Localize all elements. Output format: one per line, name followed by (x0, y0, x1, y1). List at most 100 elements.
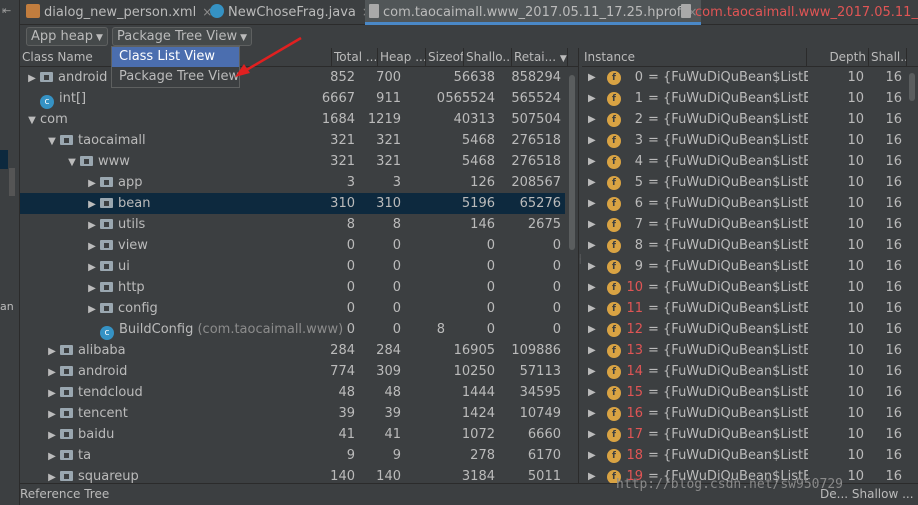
instance-row[interactable]: ▶ f4 = {FuWuDiQuBean$ListBean$C 10 16 (582, 151, 907, 172)
collapsed-arrow-icon[interactable]: ▶ (84, 257, 100, 278)
collapsed-arrow-icon[interactable]: ▶ (84, 299, 100, 320)
instance-row[interactable]: ▶ f 14 = {FuWuDiQuBean$ListBean$ 10 16 (582, 361, 907, 382)
collapsed-arrow-icon[interactable]: ▶ (588, 151, 596, 172)
collapsed-arrow-icon[interactable]: ▶ (44, 383, 60, 404)
collapse-icon[interactable]: ⇤ (2, 4, 11, 17)
table-row[interactable]: ▶ ta 9 9 278 6170 (20, 445, 565, 466)
instance-row[interactable]: ▶ f9 = {FuWuDiQuBean$ListBean$C 10 16 (582, 256, 907, 277)
collapsed-arrow-icon[interactable]: ▶ (588, 172, 596, 193)
collapsed-arrow-icon[interactable]: ▶ (588, 235, 596, 256)
column-shallow-size[interactable]: Shallo... (464, 48, 512, 67)
collapsed-arrow-icon[interactable]: ▶ (84, 215, 100, 236)
collapsed-arrow-icon[interactable]: ▶ (588, 382, 596, 403)
table-row[interactable]: ▶ android 774 309 10250 57113 (20, 361, 565, 382)
collapsed-arrow-icon[interactable]: ▶ (44, 362, 60, 383)
instance-row[interactable]: ▶ f2 = {FuWuDiQuBean$ListBean$C 10 16 (582, 109, 907, 130)
expanded-arrow-icon[interactable]: ▼ (24, 110, 40, 131)
table-row[interactable]: ▶ tencent 39 39 1424 10749 (20, 403, 565, 424)
table-row[interactable]: ▶ config 0 0 0 0 (20, 298, 565, 319)
table-row[interactable]: c int[] 6667 911 0 565524 565524 (20, 88, 565, 109)
expanded-arrow-icon[interactable]: ▼ (64, 152, 80, 173)
table-row[interactable]: ▶ ui 0 0 0 0 (20, 256, 565, 277)
class-tree-scrollbar[interactable] (568, 67, 576, 483)
instance-row[interactable]: ▶ f0 = {FuWuDiQuBean$ListBean$C 10 16 (582, 67, 907, 88)
column-depth[interactable]: Depth (807, 48, 869, 67)
column-instance[interactable]: Instance (582, 48, 807, 67)
instance-row[interactable]: ▶ f 10 = {FuWuDiQuBean$ListBean$ 10 16 (582, 277, 907, 298)
tab-hprof-1730[interactable]: com.taocaimall.www_2017.05.11_17.30 (681, 0, 918, 25)
heap-select[interactable]: App heap ▼ (26, 27, 108, 46)
collapsed-arrow-icon[interactable]: ▶ (44, 341, 60, 362)
collapsed-arrow-icon[interactable]: ▶ (84, 194, 100, 215)
collapsed-arrow-icon[interactable]: ▶ (588, 256, 596, 277)
shallow-cell: 16 (885, 217, 902, 232)
table-row[interactable]: ▶ view 0 0 0 0 (20, 235, 565, 256)
collapsed-arrow-icon[interactable]: ▶ (588, 445, 596, 466)
column-shallow[interactable]: Shall... (869, 48, 907, 67)
instance-row[interactable]: ▶ f7 = {FuWuDiQuBean$ListBean$C 10 16 (582, 214, 907, 235)
collapsed-arrow-icon[interactable]: ▶ (44, 446, 60, 467)
collapsed-arrow-icon[interactable]: ▶ (588, 298, 596, 319)
instance-row[interactable]: ▶ f 18 = {FuWuDiQuBean$ListBean$ 10 16 (582, 445, 907, 466)
menu-item-package-tree-view[interactable]: Package Tree View (112, 67, 239, 87)
collapsed-arrow-icon[interactable]: ▶ (84, 236, 100, 257)
instance-row[interactable]: ▶ f3 = {FuWuDiQuBean$ListBean$C 10 16 (582, 130, 907, 151)
tab-newchosefrag-java[interactable]: NewChoseFrag.java× (210, 0, 372, 25)
collapsed-arrow-icon[interactable]: ▶ (588, 424, 596, 445)
collapsed-arrow-icon[interactable]: ▶ (588, 88, 596, 109)
table-row[interactable]: ▼ com 1684 1219 40313 507504 (20, 109, 565, 130)
instance-row[interactable]: ▶ f 12 = {FuWuDiQuBean$ListBean$ 10 16 (582, 319, 907, 340)
collapsed-arrow-icon[interactable]: ▶ (588, 67, 596, 88)
table-row[interactable]: c BuildConfig (com.taocaimall.www) 0 0 8 0 0 (20, 319, 565, 340)
instance-row[interactable]: ▶ f5 = {FuWuDiQuBean$ListBean$C 10 16 (582, 172, 907, 193)
collapsed-arrow-icon[interactable]: ▶ (44, 404, 60, 425)
collapsed-arrow-icon[interactable]: ▶ (588, 403, 596, 424)
instance-row[interactable]: ▶ f1 = {FuWuDiQuBean$ListBean$C 10 16 (582, 88, 907, 109)
column-retained-size[interactable]: Retai... ▼ (512, 48, 568, 67)
table-row[interactable]: ▶ baidu 41 41 1072 6660 (20, 424, 565, 445)
table-row[interactable]: ▶ http 0 0 0 0 (20, 277, 565, 298)
table-row[interactable]: ▼ www 321 321 5468 276518 (20, 151, 565, 172)
column-sizeof[interactable]: Sizeof (426, 48, 464, 67)
column-heap-count[interactable]: Heap ... (378, 48, 426, 67)
tab-dialog-new-person-xml[interactable]: dialog_new_person.xml × (26, 0, 212, 25)
table-row[interactable]: ▶ bean 310 310 5196 65276 (20, 193, 565, 214)
column-total-count[interactable]: Total ... (332, 48, 378, 67)
instance-row[interactable]: ▶ f6 = {FuWuDiQuBean$ListBean$C 10 16 (582, 193, 907, 214)
collapsed-arrow-icon[interactable]: ▶ (84, 173, 100, 194)
view-select[interactable]: Package Tree View ▼ (112, 27, 253, 46)
instance-scrollbar[interactable] (907, 67, 917, 483)
gutter-scroll-thumb[interactable] (9, 168, 15, 196)
instance-row[interactable]: ▶ f 13 = {FuWuDiQuBean$ListBean$ 10 16 (582, 340, 907, 361)
expanded-arrow-icon[interactable]: ▼ (44, 131, 60, 152)
collapsed-arrow-icon[interactable]: ▶ (588, 466, 596, 483)
table-row[interactable]: ▶ tendcloud 48 48 1444 34595 (20, 382, 565, 403)
menu-item-class-list-view[interactable]: Class List View (112, 47, 239, 67)
collapsed-arrow-icon[interactable]: ▶ (588, 319, 596, 340)
collapsed-arrow-icon[interactable]: ▶ (588, 130, 596, 151)
instance-row[interactable]: ▶ f 11 = {FuWuDiQuBean$ListBean$ 10 16 (582, 298, 907, 319)
collapsed-arrow-icon[interactable]: ▶ (84, 278, 100, 299)
shallow-size-cell: 126 (470, 175, 495, 190)
table-row[interactable]: ▼ taocaimall 321 321 5468 276518 (20, 130, 565, 151)
instance-row[interactable]: ▶ f 16 = {FuWuDiQuBean$ListBean$ 10 16 (582, 403, 907, 424)
collapsed-arrow-icon[interactable]: ▶ (588, 109, 596, 130)
collapsed-arrow-icon[interactable]: ▶ (44, 425, 60, 446)
instance-row[interactable]: ▶ f 15 = {FuWuDiQuBean$ListBean$ 10 16 (582, 382, 907, 403)
table-row[interactable]: ▶ alibaba 284 284 16905 109886 (20, 340, 565, 361)
instance-row[interactable]: ▶ f 17 = {FuWuDiQuBean$ListBean$ 10 16 (582, 424, 907, 445)
collapsed-arrow-icon[interactable]: ▶ (588, 214, 596, 235)
table-row[interactable]: ▶ utils 8 8 146 2675 (20, 214, 565, 235)
collapsed-arrow-icon[interactable]: ▶ (588, 361, 596, 382)
collapsed-arrow-icon[interactable]: ▶ (588, 340, 596, 361)
scroll-thumb[interactable] (909, 73, 915, 101)
tab-hprof-1725[interactable]: com.taocaimall.www_2017.05.11_17.25.hpro… (365, 0, 702, 25)
table-row[interactable]: ▶ squareup 140 140 3184 5011 (20, 466, 565, 483)
collapsed-arrow-icon[interactable]: ▶ (588, 277, 596, 298)
collapsed-arrow-icon[interactable]: ▶ (24, 68, 40, 89)
instance-row[interactable]: ▶ f8 = {FuWuDiQuBean$ListBean$C 10 16 (582, 235, 907, 256)
collapsed-arrow-icon[interactable]: ▶ (44, 467, 60, 483)
scroll-thumb[interactable] (569, 75, 575, 250)
collapsed-arrow-icon[interactable]: ▶ (588, 193, 596, 214)
table-row[interactable]: ▶ app 3 3 126 208567 (20, 172, 565, 193)
